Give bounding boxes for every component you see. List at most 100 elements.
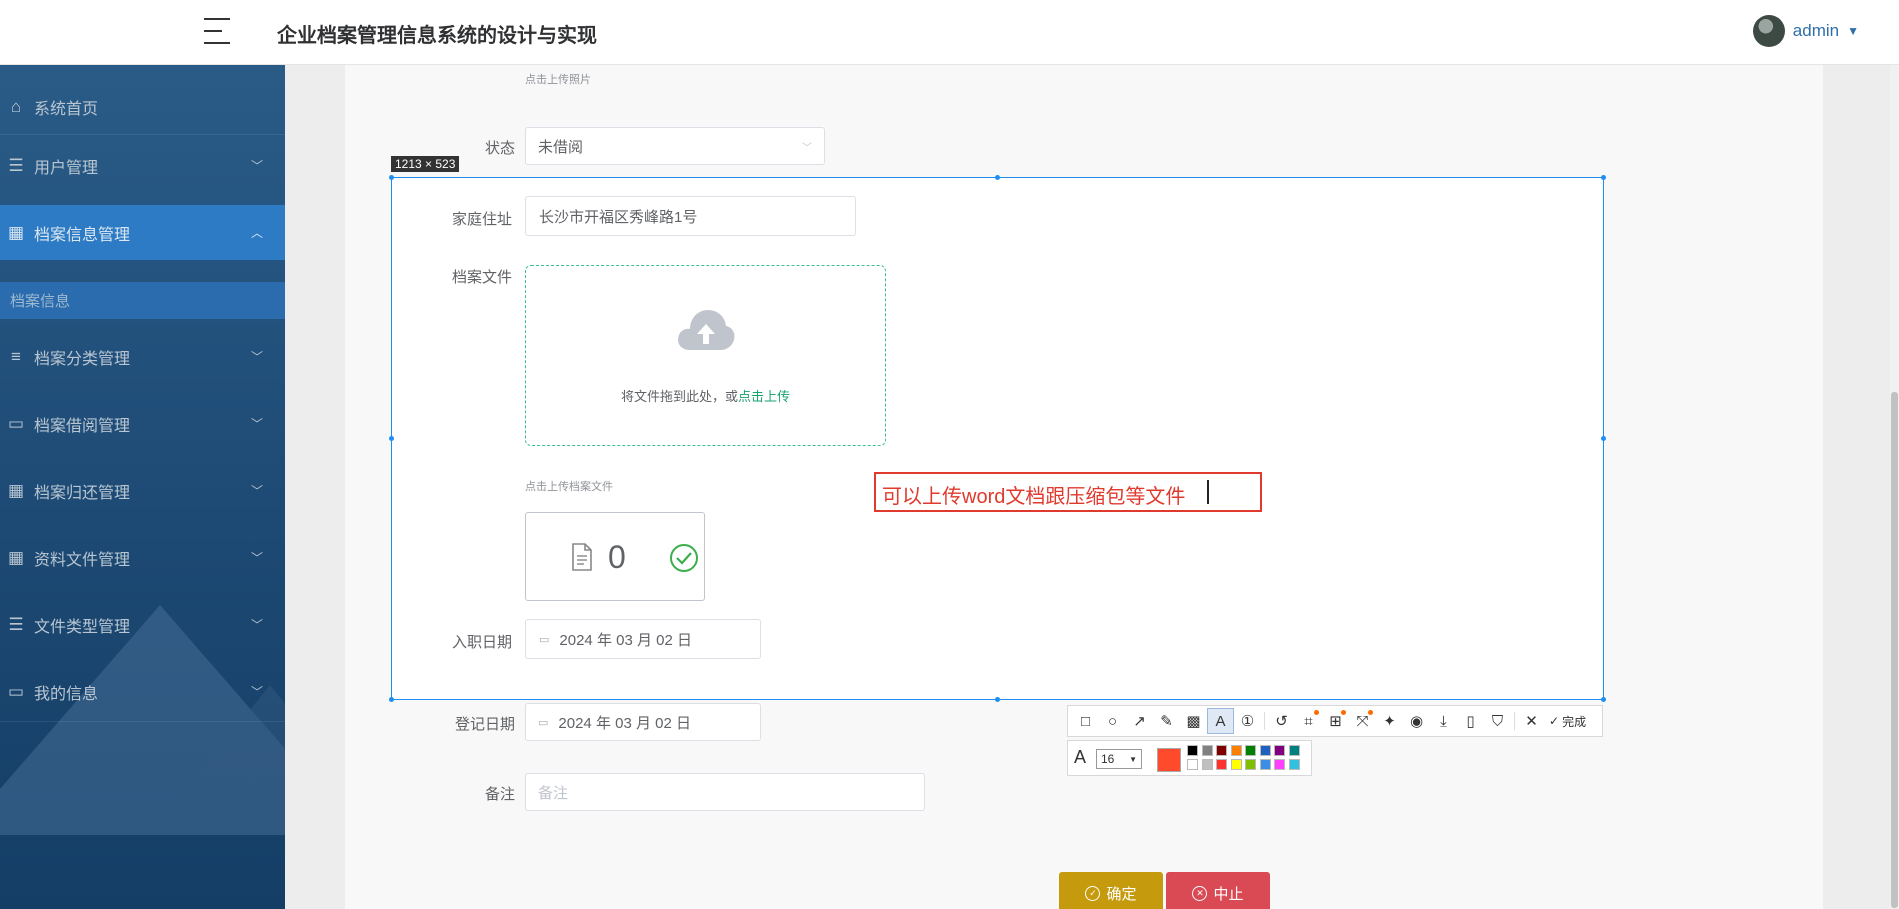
current-color-swatch[interactable]	[1157, 748, 1181, 772]
calendar-icon: ▭	[539, 633, 550, 646]
color-swatch[interactable]	[1274, 759, 1285, 770]
pin-icon[interactable]: ✦	[1376, 708, 1403, 734]
ocr-icon[interactable]: ⌗	[1295, 708, 1322, 734]
user-menu[interactable]: admin ▼	[1752, 15, 1859, 47]
color-swatch[interactable]	[1187, 745, 1198, 756]
color-swatch[interactable]	[1201, 745, 1213, 756]
color-swatch[interactable]	[1230, 745, 1242, 756]
bookmark-icon[interactable]: ⛉	[1484, 708, 1511, 734]
resize-handle[interactable]	[995, 175, 1000, 180]
color-swatch[interactable]	[1274, 745, 1285, 756]
color-swatch[interactable]	[1201, 759, 1213, 770]
chevron-up-icon: ︿	[250, 226, 263, 240]
resize-handle[interactable]	[389, 175, 394, 180]
chevron-down-icon: ﹀	[250, 417, 263, 431]
file-list-card[interactable]: 0	[525, 512, 705, 601]
confirm-button[interactable]: ✓ 确定	[1059, 872, 1163, 909]
sidebar-item-file-types[interactable]: ☰ 文件类型管理 ﹀	[0, 597, 285, 652]
resize-handle[interactable]	[995, 697, 1000, 702]
color-swatch[interactable]	[1259, 745, 1271, 756]
caret-down-icon[interactable]: ▼	[1847, 24, 1859, 38]
remark-label: 备注	[484, 786, 515, 803]
resize-handle[interactable]	[1601, 697, 1606, 702]
ellipse-icon[interactable]: ○	[1099, 708, 1126, 734]
address-input[interactable]: 长沙市开福区秀峰路1号	[525, 196, 856, 236]
number-icon[interactable]: ①	[1234, 708, 1261, 734]
resize-handle[interactable]	[389, 697, 394, 702]
sidebar-item-label: 资料文件管理	[34, 551, 131, 569]
color-swatch[interactable]	[1288, 745, 1300, 756]
scroll-capture-icon[interactable]: ⤧	[1349, 708, 1376, 734]
menu-toggle-icon[interactable]	[204, 18, 230, 44]
toolbar-divider	[1514, 712, 1515, 730]
sidebar-item-label: 档案借阅管理	[34, 417, 131, 435]
upload-instructions: 将文件拖到此处，或点击上传	[526, 386, 885, 405]
color-swatch[interactable]	[1216, 759, 1227, 770]
text-icon[interactable]: A	[1207, 708, 1234, 734]
download-icon[interactable]: ⤓	[1430, 708, 1457, 734]
color-swatch[interactable]	[1245, 759, 1256, 770]
cancel-button[interactable]: ✕ 中止	[1166, 872, 1270, 909]
undo-icon[interactable]: ↺	[1268, 708, 1295, 734]
monitor-icon: ▭	[7, 413, 25, 433]
record-icon[interactable]: ◉	[1403, 708, 1430, 734]
entry-date-input[interactable]: ▭ 2024 年 03 月 02 日	[525, 619, 761, 659]
phone-icon[interactable]: ▯	[1457, 708, 1484, 734]
upload-link[interactable]: 点击上传	[738, 389, 790, 404]
translate-icon[interactable]: ⊞	[1322, 708, 1349, 734]
sidebar-item-borrowing[interactable]: ▭ 档案借阅管理 ﹀	[0, 396, 285, 451]
app-title: 企业档案管理信息系统的设计与实现	[277, 25, 597, 47]
sidebar-item-files[interactable]: ▦ 资料文件管理 ﹀	[0, 530, 285, 585]
list-icon: ☰	[8, 614, 24, 634]
color-swatch[interactable]	[1216, 745, 1227, 756]
status-label: 状态	[484, 140, 515, 157]
status-select[interactable]: 未借阅 ﹀	[525, 127, 825, 165]
register-date-input[interactable]: ▭ 2024 年 03 月 02 日	[525, 703, 761, 741]
sidebar-item-home[interactable]: ⌂ 系统首页	[0, 79, 285, 134]
check-circle-icon: ✓	[1085, 885, 1101, 901]
resize-handle[interactable]	[1601, 436, 1606, 441]
close-icon[interactable]: ✕	[1518, 708, 1545, 734]
rectangle-icon[interactable]: □	[1072, 708, 1099, 734]
mosaic-icon[interactable]: ▩	[1180, 708, 1207, 734]
entry-date-value: 2024 年 03 月 02 日	[559, 631, 692, 649]
sidebar-item-label: 我的信息	[34, 685, 99, 703]
text-annotation-box[interactable]: 可以上传word文档跟压缩包等文件	[874, 472, 1262, 512]
arrow-icon[interactable]: ↗	[1126, 708, 1153, 734]
file-count: 0	[608, 539, 626, 575]
status-value: 未借阅	[538, 138, 584, 156]
color-swatch[interactable]	[1259, 759, 1271, 770]
resize-handle[interactable]	[389, 436, 394, 441]
user-name[interactable]: admin	[1793, 21, 1839, 41]
avatar[interactable]	[1752, 15, 1785, 47]
done-button[interactable]: ✓ 完成	[1549, 713, 1586, 730]
address-value: 长沙市开福区秀峰路1号	[539, 208, 698, 226]
color-swatch[interactable]	[1288, 759, 1300, 770]
file-upload-dropzone[interactable]: 将文件拖到此处，或点击上传	[525, 265, 886, 446]
divider	[0, 721, 285, 722]
color-swatch[interactable]	[1187, 759, 1198, 770]
toolbar-divider	[1264, 712, 1265, 730]
font-size-select[interactable]: 16 ▼	[1096, 749, 1142, 769]
color-swatch[interactable]	[1230, 759, 1242, 770]
sidebar-item-users[interactable]: ☰ 用户管理 ﹀	[0, 138, 285, 193]
upload-text: 将文件拖到此处，或	[620, 389, 738, 404]
sidebar-item-archives[interactable]: ▦ 档案信息管理 ︿	[0, 205, 285, 260]
capture-region[interactable]: 家庭住址 长沙市开福区秀峰路1号 档案文件 将文件拖到此处，或点击上传 点击上传…	[391, 177, 1604, 700]
annotation-text[interactable]: 可以上传word文档跟压缩包等文件	[882, 480, 1185, 509]
color-swatch[interactable]	[1245, 745, 1256, 756]
close-circle-icon: ✕	[1192, 885, 1208, 901]
sidebar-item-my-info[interactable]: ▭ 我的信息 ﹀	[0, 664, 285, 719]
resize-handle[interactable]	[1601, 175, 1606, 180]
sidebar-item-returns[interactable]: ▦ 档案归还管理 ﹀	[0, 463, 285, 518]
capture-size-label: 1213 × 523	[391, 156, 460, 172]
sidebar-subitem-archive-info[interactable]: 档案信息	[0, 282, 285, 319]
done-label: 完成	[1562, 714, 1587, 729]
scrollbar-thumb[interactable]	[1891, 392, 1898, 908]
entry-date-label: 入职日期	[451, 634, 512, 651]
sidebar-item-categories[interactable]: ≡ 档案分类管理 ﹀	[0, 329, 285, 384]
remark-input[interactable]: 备注	[525, 773, 925, 811]
address-label: 家庭住址	[451, 211, 512, 228]
pencil-icon[interactable]: ✎	[1153, 708, 1180, 734]
list-icon: ☰	[8, 155, 24, 175]
